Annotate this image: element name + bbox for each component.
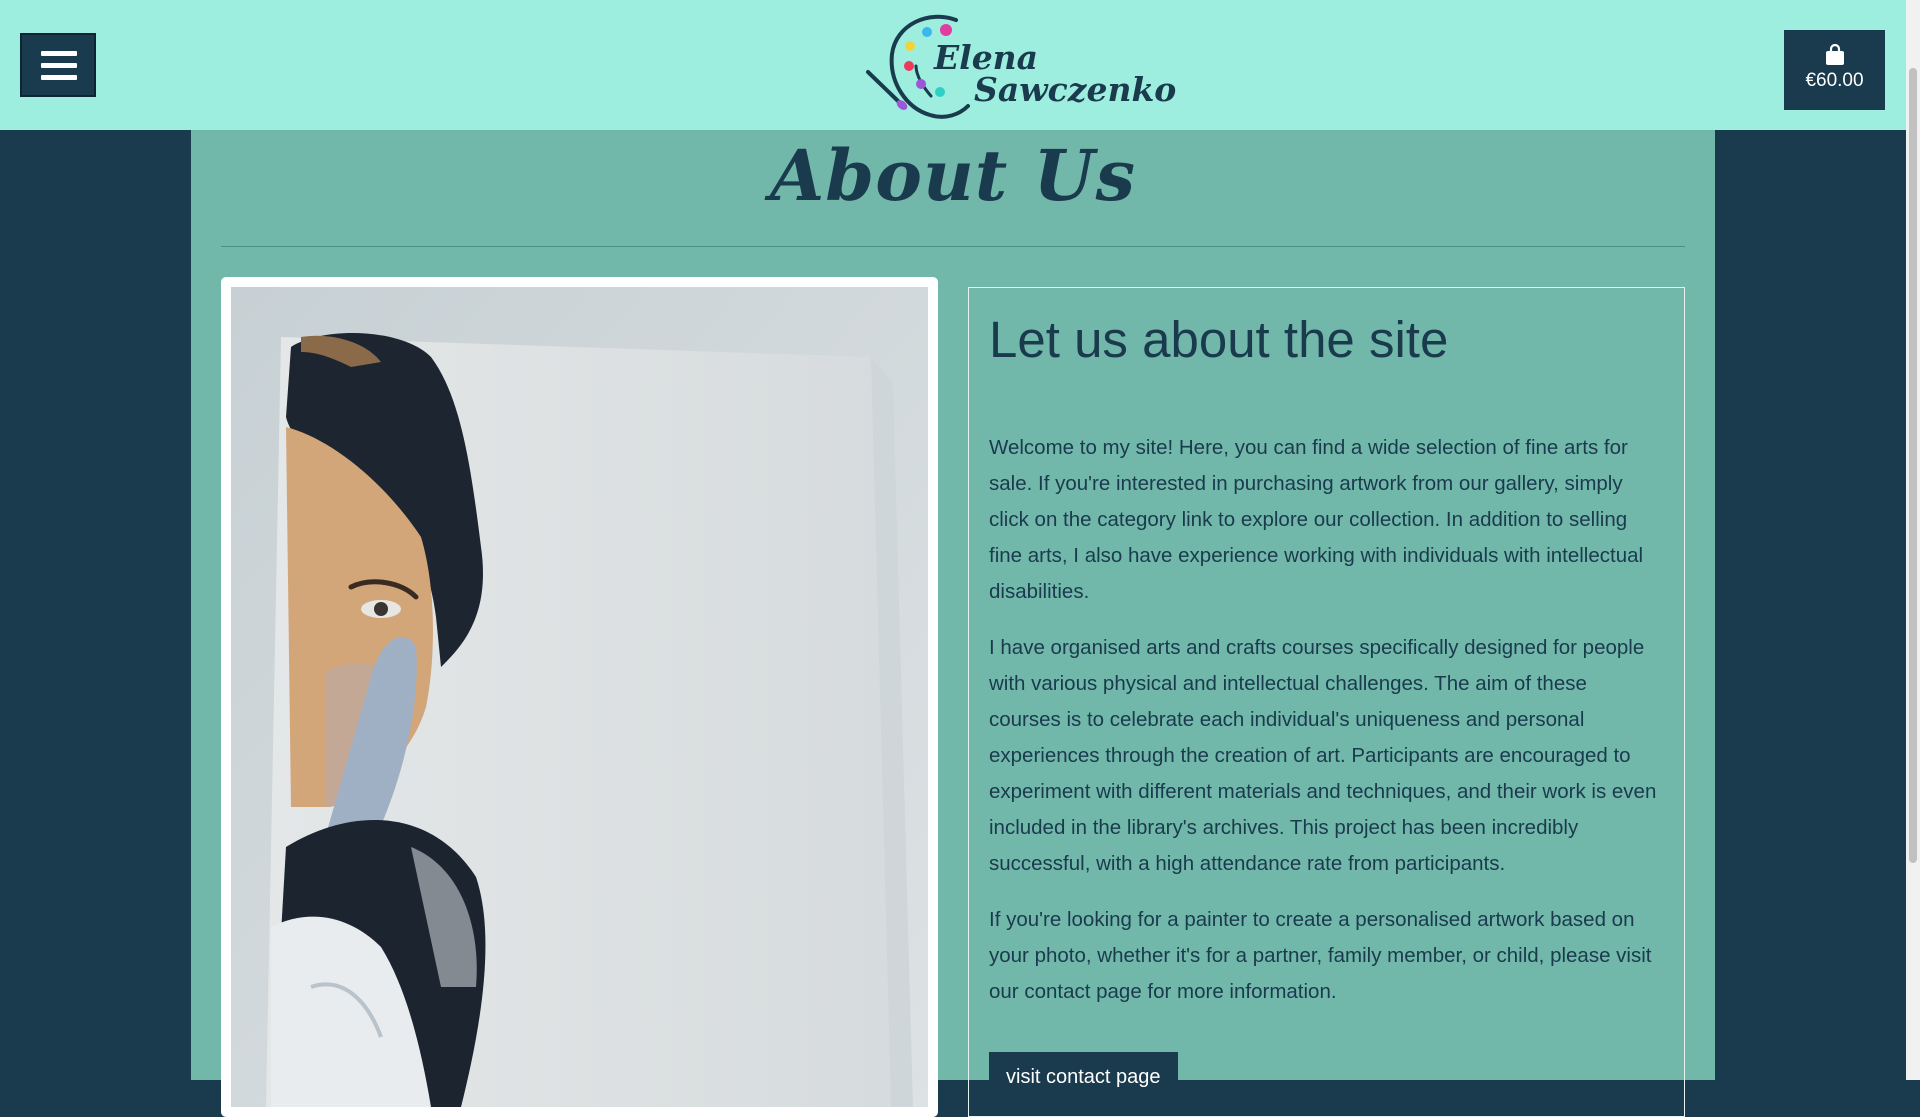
page-scrollbar[interactable]: [1906, 0, 1920, 1080]
logo-last-name: Sawczenko: [974, 70, 1177, 109]
scrollbar-thumb[interactable]: [1909, 68, 1917, 863]
menu-button[interactable]: [20, 33, 96, 97]
card-body: Welcome to my site! Here, you can find a…: [989, 430, 1664, 1010]
cart-total: €60.00: [1805, 70, 1864, 91]
artwork-frame: [221, 277, 938, 1117]
site-logo[interactable]: Elena Sawczenko: [864, 10, 1176, 122]
card-heading: Let us about the site: [989, 311, 1449, 368]
page-title: About Us: [770, 134, 1136, 217]
site-header: Elena Sawczenko €60.00: [0, 0, 1906, 130]
portrait-painting-image: [231, 287, 928, 1107]
hamburger-menu-icon: [41, 75, 77, 80]
title-divider: [221, 246, 1685, 247]
shopping-bag-icon: [1825, 44, 1844, 65]
hamburger-menu-icon: [41, 51, 77, 56]
about-paragraph: Welcome to my site! Here, you can find a…: [989, 436, 1644, 603]
about-card: Let us about the site Welcome to my site…: [968, 287, 1685, 1117]
cart-button[interactable]: €60.00: [1784, 30, 1885, 110]
hamburger-menu-icon: [41, 63, 77, 68]
about-paragraph: I have organised arts and crafts courses…: [989, 636, 1657, 875]
main-content: About Us Let us about the site Welcome t…: [191, 130, 1715, 1117]
visit-contact-page-button[interactable]: visit contact page: [989, 1052, 1178, 1102]
about-paragraph: If you're looking for a painter to creat…: [989, 908, 1652, 1003]
